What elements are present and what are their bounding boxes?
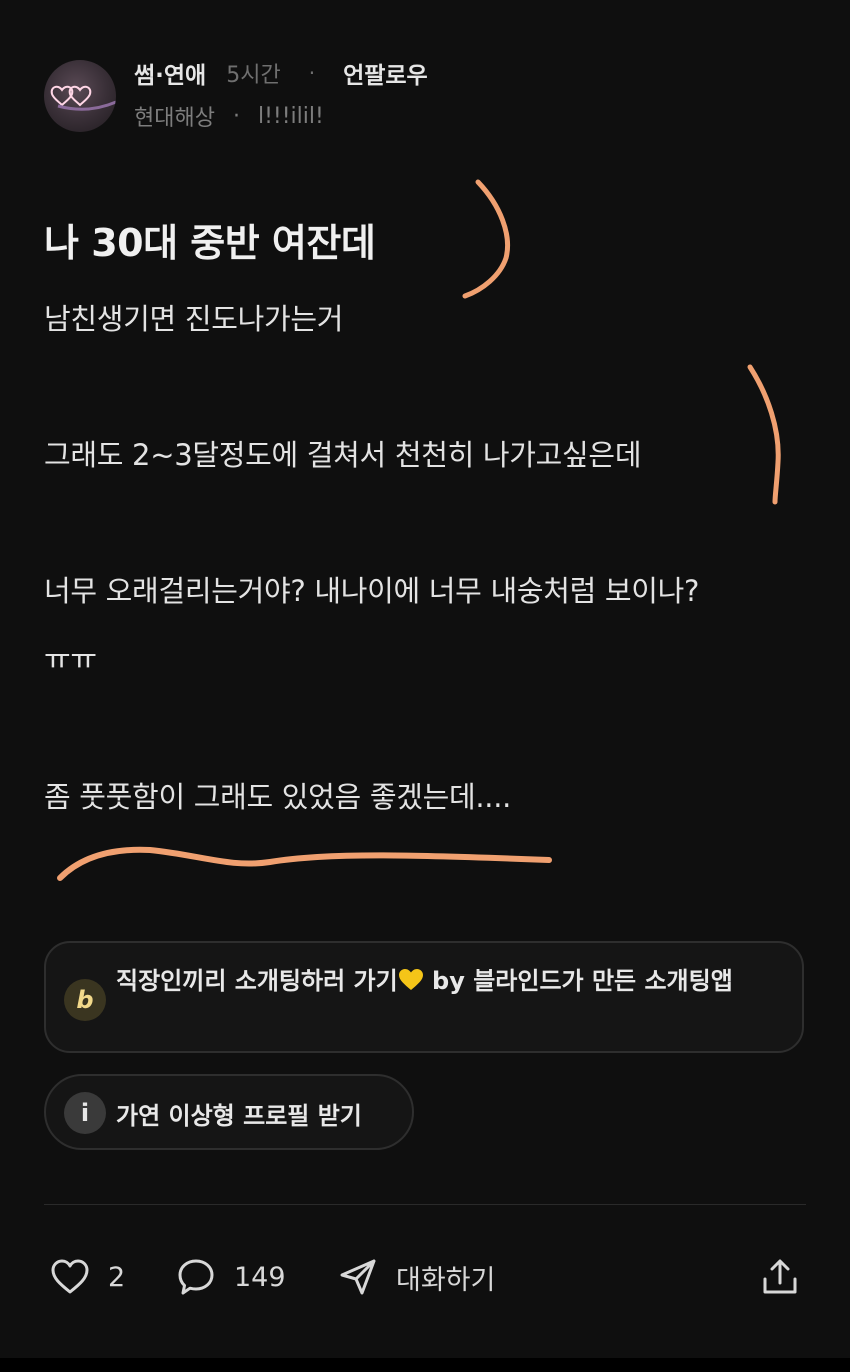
ad-text-part: 직장인끼리 소개팅하러 가기: [116, 967, 398, 995]
blind-logo-icon: b: [64, 979, 106, 1021]
company-name[interactable]: 현대해상: [134, 100, 215, 132]
post-body-line: 너무 오래걸리는거야? 내나이에 너무 내숭처럼 보이나?: [44, 574, 700, 608]
separator-dot: ·: [308, 61, 316, 85]
comment-icon: [178, 1259, 214, 1295]
ad-text: 직장인끼리 소개팅하러 가기 by 블라인드가 만든 소개팅앱: [116, 961, 756, 1001]
info-icon: i: [64, 1092, 106, 1134]
avatar[interactable]: [44, 60, 116, 132]
comment-count: 149: [234, 1261, 286, 1293]
send-icon: [340, 1259, 376, 1295]
comment-button[interactable]: 149: [176, 1252, 286, 1302]
post-body-line: ㅠㅠ: [44, 642, 97, 676]
post-body-line: 남친생기면 진도나가는거: [44, 302, 344, 336]
post-body-line: 좀 풋풋함이 그래도 있었음 좋겠는데....: [44, 780, 512, 814]
like-button[interactable]: 2: [50, 1252, 125, 1302]
post-page: 썸·연애 5시간 · 언팔로우 현대해상 · l!!!ilil! 나 30대 중…: [0, 0, 850, 1360]
bottom-bar: [0, 1358, 850, 1372]
author-info: 현대해상 · l!!!ilil!: [134, 100, 324, 132]
chat-button[interactable]: 대화하기: [338, 1252, 495, 1302]
separator-dot: ·: [232, 103, 240, 129]
profile-chip-label: 가연 이상형 프로필 받기: [116, 1102, 362, 1130]
yellow-heart-icon: [398, 969, 423, 990]
chat-label: 대화하기: [396, 1264, 496, 1296]
post-body-line: 그래도 2~3달정도에 걸쳐서 천천히 나가고싶은데: [44, 438, 642, 472]
ad-card[interactable]: b 직장인끼리 소개팅하러 가기 by 블라인드가 만든 소개팅앱: [44, 941, 804, 1053]
like-count: 2: [108, 1261, 126, 1293]
post-time: 5시간: [226, 63, 281, 88]
unfollow-button[interactable]: 언팔로우: [343, 56, 428, 90]
author-nickname[interactable]: l!!!ilil!: [258, 104, 324, 129]
heart-outline-icon: [50, 85, 116, 111]
ad-text-part: by 블라인드가 만든 소개팅앱: [423, 967, 733, 995]
share-icon: [763, 1259, 797, 1294]
post-title: 나 30대 중반 여잔데: [44, 221, 376, 265]
divider: [44, 1204, 806, 1205]
heart-icon: [51, 1259, 89, 1294]
share-button[interactable]: [760, 1252, 800, 1302]
profile-chip-button[interactable]: i 가연 이상형 프로필 받기: [44, 1074, 414, 1150]
category-label[interactable]: 썸·연애: [134, 56, 206, 90]
post-meta: 썸·연애 5시간 · 언팔로우: [134, 56, 428, 90]
